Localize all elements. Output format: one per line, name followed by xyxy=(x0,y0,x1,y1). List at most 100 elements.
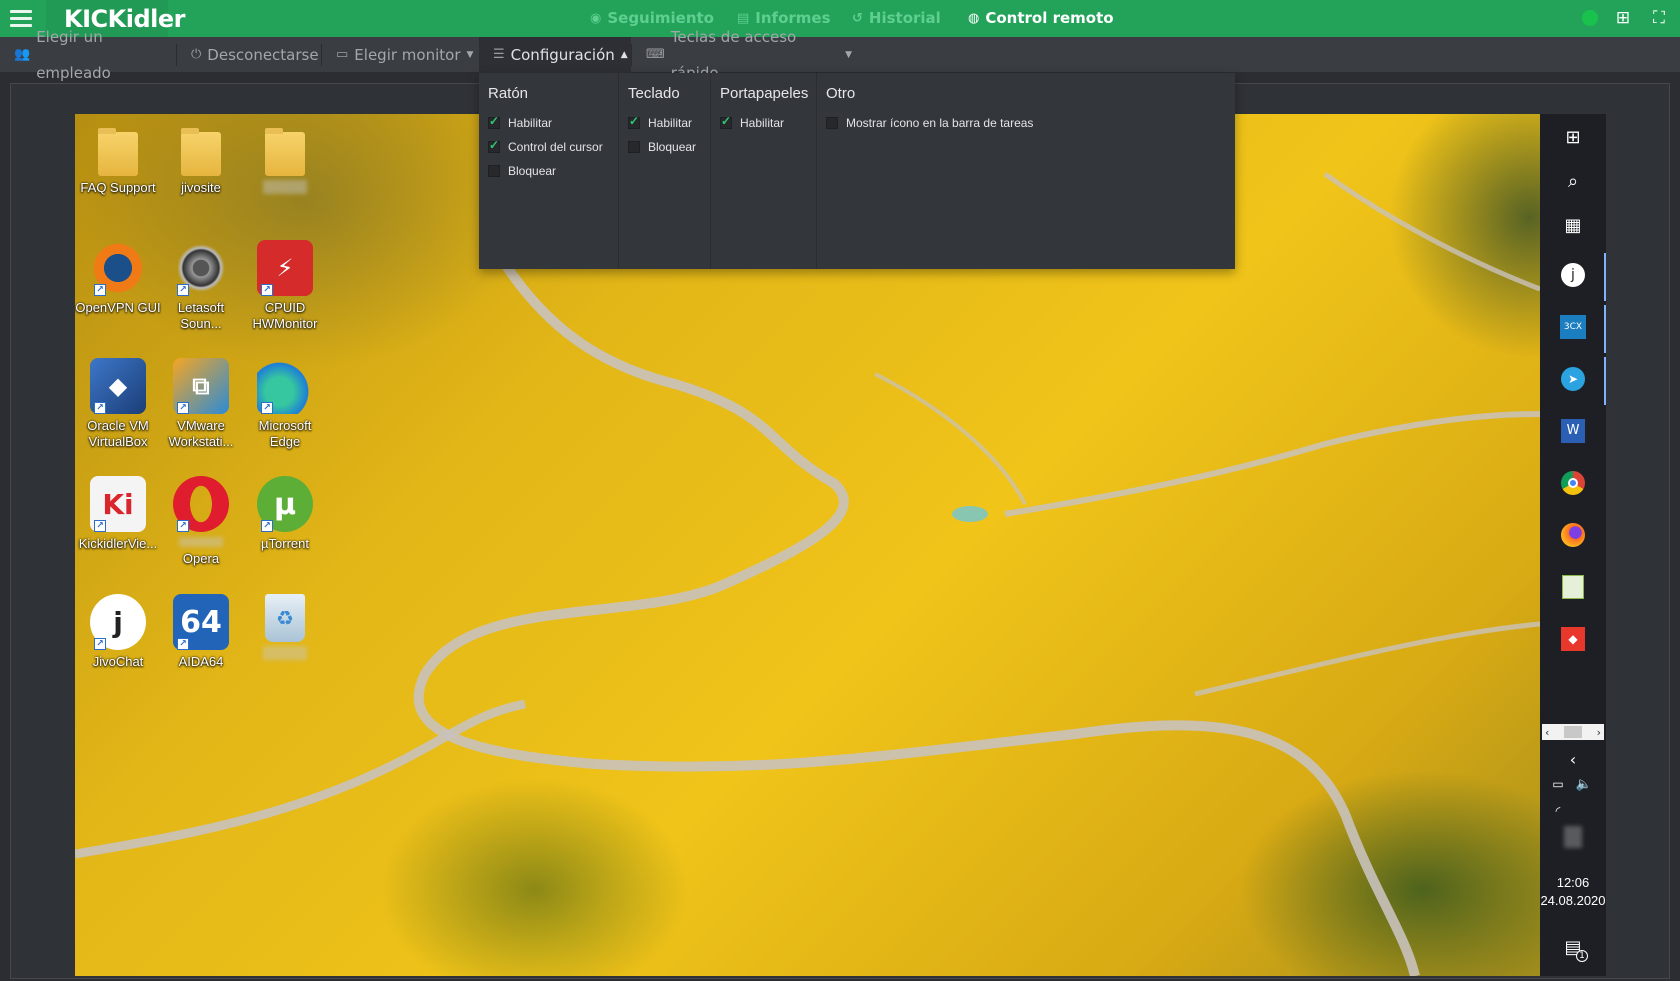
desktop-icon-label: jivosite xyxy=(181,180,221,195)
option-label: Habilitar xyxy=(508,116,553,130)
desktop-icon-label: Opera xyxy=(182,551,220,566)
desktop-icon-label: JivoChat xyxy=(92,654,144,669)
blurred-tray-icon xyxy=(1558,822,1588,852)
checkbox[interactable] xyxy=(488,114,500,129)
windows-start-icon[interactable]: ⊞ xyxy=(1558,122,1588,152)
connection-status-icon xyxy=(1582,10,1598,26)
config-column-mouse: Ratón Habilitar Control del cursor Bloqu… xyxy=(479,73,619,269)
notification-center-icon[interactable]: ▤ 1 xyxy=(1558,932,1588,962)
config-column-keyboard: Teclado Habilitar Bloquear xyxy=(619,73,711,269)
config-column-title: Otro xyxy=(826,85,856,102)
desktop-icon-recycle-bin[interactable]: ♻ xyxy=(242,594,328,664)
volume-icon[interactable]: 🔈 xyxy=(1574,769,1594,799)
keyboard-enable-checkbox[interactable]: Habilitar xyxy=(628,111,702,135)
show-taskbar-icon-checkbox[interactable]: Mostrar ícono en la barra de tareas xyxy=(826,111,1227,135)
chevron-right-icon[interactable]: › xyxy=(1597,726,1601,739)
blurred-label xyxy=(179,537,223,547)
checkbox[interactable] xyxy=(720,114,732,129)
kickidler-icon: Ki ↗ xyxy=(90,476,146,532)
new-window-icon[interactable]: ⊞ xyxy=(1612,7,1634,29)
jivochat-taskbar-icon[interactable]: j xyxy=(1558,260,1588,290)
desktop-icon-label: OpenVPN GUI xyxy=(75,300,161,315)
mouse-enable-checkbox[interactable]: Habilitar xyxy=(488,111,610,135)
nav-remote-control[interactable]: ◍ Control remoto xyxy=(968,9,1114,27)
word-icon[interactable]: W xyxy=(1558,416,1588,446)
nav-history[interactable]: ↺ Historial xyxy=(852,9,941,27)
eye-icon: ◉ xyxy=(590,10,602,26)
desktop-icon-label: FAQ Support xyxy=(80,180,156,195)
desktop-icon-faq-support[interactable]: FAQ Support xyxy=(75,126,161,196)
checkbox[interactable] xyxy=(488,165,500,177)
desktop-icon-folder-blurred[interactable] xyxy=(242,126,328,198)
utorrent-icon: µ ↗ xyxy=(257,476,313,532)
chevron-down-icon: ▼ xyxy=(845,50,852,60)
battery-icon[interactable]: ▭ xyxy=(1548,769,1568,799)
taskbar-clock[interactable]: 12:06 24.08.2020 xyxy=(1540,874,1606,910)
monitor-icon: ▭ xyxy=(336,47,349,62)
checkbox[interactable] xyxy=(628,114,640,129)
folder-icon xyxy=(181,128,221,176)
button-label: Configuración xyxy=(510,46,615,64)
folder-icon xyxy=(265,128,305,176)
clock-time: 12:06 xyxy=(1556,875,1590,890)
blurred-label xyxy=(263,646,307,660)
nav-label: Control remoto xyxy=(985,9,1114,27)
desktop-icon-opera[interactable]: ↗ Opera xyxy=(158,476,244,567)
recycle-bin-icon: ♻ xyxy=(265,594,305,642)
desktop-icon-jivochat[interactable]: j ↗ JivoChat xyxy=(75,594,161,670)
hotkeys-button[interactable]: ⌨ Teclas de acceso rápido ▼ xyxy=(632,28,852,82)
telegram-icon[interactable]: ➤ xyxy=(1558,364,1588,394)
running-indicator xyxy=(1604,305,1606,353)
running-indicator xyxy=(1604,253,1606,301)
anydesk-icon[interactable]: ◆ xyxy=(1558,624,1588,654)
desktop-icon-openvpn[interactable]: ↗ OpenVPN GUI xyxy=(75,240,161,316)
chrome-icon[interactable] xyxy=(1558,468,1588,498)
chevron-left-icon[interactable]: ‹ xyxy=(1545,726,1549,739)
scroll-thumb[interactable] xyxy=(1564,726,1582,738)
config-column-title: Ratón xyxy=(488,85,529,102)
desktop-icon-label: CPUID HWMonitor xyxy=(252,300,318,331)
option-label: Habilitar xyxy=(740,116,785,130)
button-label: Elegir un empleado xyxy=(36,28,111,82)
desktop-icon-edge[interactable]: ↗ Microsoft Edge xyxy=(242,358,328,450)
button-label: Desconectarse xyxy=(207,46,319,64)
3cx-icon[interactable]: 3CX xyxy=(1558,312,1588,342)
menu-icon[interactable] xyxy=(10,8,32,28)
aida64-icon: 64 ↗ xyxy=(173,594,229,650)
remote-icon: ◍ xyxy=(968,10,980,26)
desktop-icon-label: Microsoft Edge xyxy=(258,418,312,449)
running-indicator xyxy=(1604,357,1606,405)
mouse-lock-checkbox[interactable]: Bloquear xyxy=(488,159,610,183)
checkbox[interactable] xyxy=(826,117,838,129)
firefox-icon[interactable] xyxy=(1558,520,1588,550)
mouse-cursor-control-checkbox[interactable]: Control del cursor xyxy=(488,135,610,159)
desktop-icon-utorrent[interactable]: µ ↗ µTorrent xyxy=(242,476,328,552)
chevron-down-icon: ▼ xyxy=(466,50,474,60)
desktop-icon-virtualbox[interactable]: ◆ ↗ Oracle VM VirtualBox xyxy=(75,358,161,450)
option-label: Mostrar ícono en la barra de tareas xyxy=(846,116,1034,130)
virtualbox-icon: ◆ ↗ xyxy=(90,358,146,414)
notepad-icon[interactable] xyxy=(1558,572,1588,602)
task-view-icon[interactable]: ▦ xyxy=(1558,210,1588,240)
taskbar-scrollbar[interactable]: ‹ › xyxy=(1542,724,1604,740)
desktop-icon-aida64[interactable]: 64 ↗ AIDA64 xyxy=(158,594,244,670)
checkbox[interactable] xyxy=(488,138,500,153)
option-label: Control del cursor xyxy=(508,140,603,154)
users-icon: 👥 xyxy=(14,47,31,62)
desktop-icon-vmware[interactable]: ⧉ ↗ VMware Workstati... xyxy=(158,358,244,450)
choose-monitor-button[interactable]: ▭ Elegir monitor ▼ xyxy=(322,37,479,73)
clipboard-enable-checkbox[interactable]: Habilitar xyxy=(720,111,808,135)
desktop-icon-jivosite[interactable]: jivosite xyxy=(158,126,244,196)
option-label: Bloquear xyxy=(508,164,557,178)
checkbox[interactable] xyxy=(628,141,640,153)
choose-employee-button[interactable]: 👥 Elegir un empleado xyxy=(0,28,176,82)
disconnect-button[interactable]: ⏻ Desconectarse xyxy=(177,37,321,73)
desktop-icon-cpuid[interactable]: ⚡ ↗ CPUID HWMonitor xyxy=(242,240,328,332)
nav-label: Historial xyxy=(868,9,941,27)
fullscreen-icon[interactable]: ⛶ xyxy=(1648,7,1670,29)
desktop-icon-kickidler-viewer[interactable]: Ki ↗ KickidlerVie... xyxy=(75,476,161,552)
keyboard-lock-checkbox[interactable]: Bloquear xyxy=(628,135,702,159)
configuration-button[interactable]: ☰ Configuración ▲ xyxy=(479,37,631,73)
desktop-icon-letasoft[interactable]: ↗ Letasoft Soun... xyxy=(158,240,244,332)
search-icon[interactable]: ⌕ xyxy=(1558,166,1588,196)
